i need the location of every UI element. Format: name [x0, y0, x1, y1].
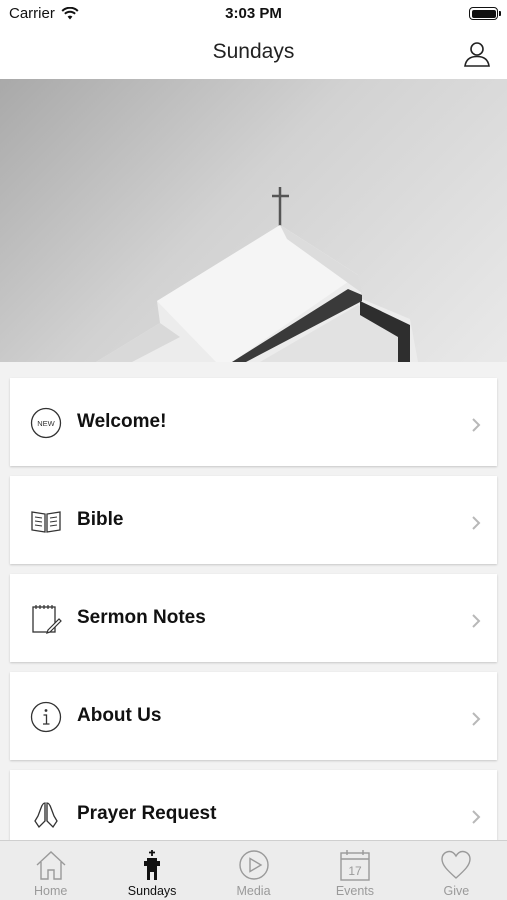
person-icon[interactable]	[463, 40, 491, 68]
church-icon	[144, 850, 161, 880]
tab-sundays[interactable]: Sundays	[101, 841, 202, 900]
info-icon	[30, 701, 62, 733]
menu-item-about-us[interactable]: About Us	[10, 672, 497, 760]
tab-label: Sundays	[127, 884, 177, 898]
tab-label: Events	[335, 884, 375, 898]
tab-label: Home	[34, 884, 68, 898]
nav-bar: Sundays	[0, 28, 507, 79]
status-bar: Carrier 3:03 PM	[0, 0, 507, 28]
menu-item-label: Welcome!	[77, 411, 167, 432]
tab-label: Media	[236, 884, 271, 898]
chevron-right-icon	[472, 516, 481, 530]
hero-church-image	[0, 79, 507, 362]
menu-item-sermon-notes[interactable]: Sermon Notes	[10, 574, 497, 662]
chevron-right-icon	[472, 418, 481, 432]
menu-item-label: Bible	[77, 509, 124, 530]
praying-hands-icon	[34, 802, 58, 829]
menu-item-label: About Us	[77, 705, 162, 726]
status-time: 3:03 PM	[225, 5, 282, 22]
tab-media[interactable]: Media	[203, 841, 304, 900]
tab-give[interactable]: Give	[406, 841, 507, 900]
calendar-icon: 17	[340, 850, 370, 881]
tab-events[interactable]: 17 Events	[304, 841, 405, 900]
battery-icon	[469, 7, 501, 20]
chevron-right-icon	[472, 712, 481, 726]
menu-list: NEW Welcome! Bible Sermon Notes About Us	[10, 378, 497, 868]
chevron-right-icon	[472, 810, 481, 824]
chevron-right-icon	[472, 614, 481, 628]
page-title: Sundays	[212, 40, 295, 63]
menu-item-label: Sermon Notes	[77, 607, 206, 628]
calendar-day: 17	[348, 864, 362, 878]
book-icon	[31, 511, 61, 533]
church-roof-illustration	[96, 187, 418, 362]
play-icon	[238, 850, 269, 880]
new-badge-icon: NEW	[30, 407, 62, 439]
tab-home[interactable]: Home	[0, 841, 101, 900]
tab-label: Give	[443, 884, 470, 898]
tab-bar: Home Sundays Media 17 Events Give	[0, 840, 507, 900]
menu-item-bible[interactable]: Bible	[10, 476, 497, 564]
menu-item-welcome[interactable]: NEW Welcome!	[10, 378, 497, 466]
new-badge-text: NEW	[37, 419, 55, 428]
menu-item-label: Prayer Request	[77, 803, 217, 824]
home-icon	[36, 851, 66, 880]
notepad-pencil-icon	[32, 605, 62, 634]
heart-icon	[441, 850, 472, 879]
